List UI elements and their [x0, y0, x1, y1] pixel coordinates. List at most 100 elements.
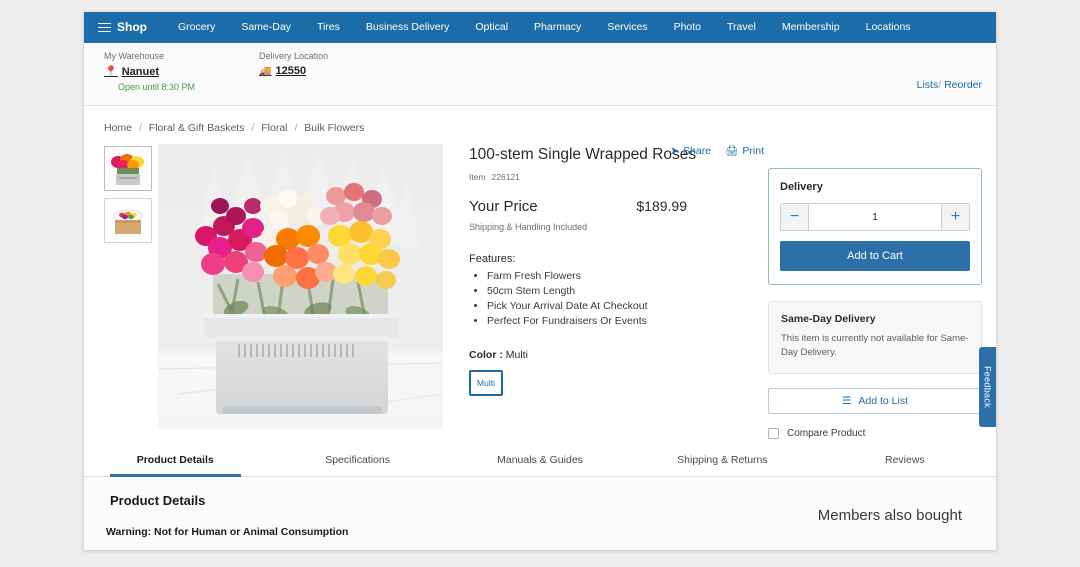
compare-product-label: Compare Product — [787, 428, 865, 439]
price-row: Your Price $189.99 — [469, 198, 687, 215]
nav-item-optical[interactable]: Optical — [462, 12, 521, 43]
location-pin-icon: 📍 — [104, 65, 118, 78]
share-button[interactable]: ➤ Share — [670, 144, 711, 157]
delivery-location-value: 12550 — [276, 65, 307, 77]
lists-reorder-links: Lists/ Reorder — [917, 79, 982, 91]
nav-item-business-delivery[interactable]: Business Delivery — [353, 12, 462, 43]
shipping-note: Shipping & Handling Included — [469, 222, 768, 232]
page-root: Shop Grocery Same-Day Tires Business Del… — [0, 0, 1080, 567]
nav-item-pharmacy[interactable]: Pharmacy — [521, 12, 594, 43]
feedback-tab[interactable]: Feedback — [979, 347, 996, 427]
list-item: Farm Fresh Flowers — [487, 269, 768, 284]
color-swatch-multi[interactable]: Multi — [469, 370, 503, 396]
item-number: 226121 — [492, 172, 520, 182]
roses-crate-thumbnail-icon — [105, 147, 151, 190]
thumbnail-list — [96, 144, 154, 439]
compare-product-checkbox[interactable] — [768, 428, 779, 439]
list-item: 50cm Stem Length — [487, 284, 768, 299]
share-print-actions: ➤ Share 🖨 Print — [670, 144, 764, 157]
nav-item-services[interactable]: Services — [594, 12, 660, 43]
nav-shop-label: Shop — [117, 12, 147, 43]
nav-item-grocery[interactable]: Grocery — [165, 12, 228, 43]
warehouse-bar: My Warehouse 📍 Nanuet Open until 8:30 PM… — [84, 43, 996, 106]
tab-reviews[interactable]: Reviews — [814, 443, 996, 476]
purchase-column: Delivery − 1 + Add to Cart Same-Day Deli… — [768, 144, 984, 439]
nav-item-locations[interactable]: Locations — [853, 12, 924, 43]
breadcrumb-separator: / — [294, 122, 297, 134]
list-item: Perfect For Fundraisers Or Events — [487, 314, 768, 329]
warehouse-hours: Open until 8:30 PM — [104, 82, 195, 92]
product-main-content: ➤ Share 🖨 Print 100-stem Single Wrapped … — [84, 134, 996, 439]
features-heading: Features: — [469, 253, 768, 265]
color-value: Multi — [506, 349, 528, 361]
quantity-input[interactable]: 1 — [809, 204, 941, 230]
feedback-label: Feedback — [983, 366, 993, 408]
nav-item-membership[interactable]: Membership — [769, 12, 853, 43]
breadcrumb-separator: / — [251, 122, 254, 134]
nav-item-photo[interactable]: Photo — [661, 12, 714, 43]
tab-specifications[interactable]: Specifications — [266, 443, 448, 476]
product-details-heading: Product Details — [110, 493, 974, 508]
color-selection-label: Color : Multi — [469, 349, 768, 361]
share-icon: ➤ — [670, 145, 679, 157]
top-navigation-bar: Shop Grocery Same-Day Tires Business Del… — [84, 12, 996, 43]
breadcrumb-item-floral-gift-baskets[interactable]: Floral & Gift Baskets — [149, 122, 245, 134]
my-warehouse-value: Nanuet — [122, 66, 159, 78]
breadcrumb-item-home[interactable]: Home — [104, 122, 132, 134]
thumbnail-image-2[interactable] — [104, 198, 152, 243]
nav-shop-menu[interactable]: Shop — [94, 12, 165, 43]
add-to-list-label: Add to List — [858, 395, 908, 407]
list-item: Pick Your Arrival Date At Checkout — [487, 299, 768, 314]
breadcrumb-separator: / — [139, 122, 142, 134]
my-warehouse-block: My Warehouse 📍 Nanuet Open until 8:30 PM — [92, 51, 195, 105]
quantity-increase-button[interactable]: + — [941, 204, 969, 230]
delivery-location-label: Delivery Location — [259, 51, 328, 61]
list-icon: ☰ — [842, 395, 851, 407]
lists-link[interactable]: Lists — [917, 79, 939, 91]
hamburger-icon — [98, 20, 111, 35]
breadcrumb-item-bulk-flowers[interactable]: Bulk Flowers — [304, 122, 364, 134]
warning-text: Warning: Not for Human or Animal Consump… — [106, 526, 974, 538]
nav-item-travel[interactable]: Travel — [714, 12, 769, 43]
share-label: Share — [683, 145, 711, 157]
delivery-panel: Delivery − 1 + Add to Cart — [768, 168, 982, 285]
color-swatch-label: Multi — [477, 378, 495, 388]
nav-item-same-day[interactable]: Same-Day — [228, 12, 304, 43]
product-hero-image[interactable] — [158, 144, 443, 429]
my-warehouse-label: My Warehouse — [104, 51, 195, 61]
add-to-cart-button[interactable]: Add to Cart — [780, 241, 970, 271]
tab-manuals-guides[interactable]: Manuals & Guides — [449, 443, 631, 476]
delivery-panel-title: Delivery — [780, 181, 970, 193]
add-to-list-button[interactable]: ☰ Add to List — [768, 388, 982, 414]
quantity-stepper[interactable]: − 1 + — [780, 203, 970, 231]
members-also-bought-heading: Members also bought — [818, 507, 962, 524]
truck-icon: 🚚 — [259, 66, 271, 77]
my-warehouse-selector[interactable]: 📍 Nanuet — [104, 65, 195, 78]
same-day-delivery-panel: Same-Day Delivery This item is currently… — [768, 301, 982, 374]
breadcrumb-item-floral[interactable]: Floral — [261, 122, 287, 134]
quantity-decrease-button[interactable]: − — [781, 204, 809, 230]
roses-in-crate-image — [158, 144, 443, 429]
product-tabs: Product Details Specifications Manuals &… — [84, 443, 996, 477]
tab-product-details[interactable]: Product Details — [84, 443, 266, 476]
breadcrumb: Home / Floral & Gift Baskets / Floral / … — [84, 106, 996, 134]
same-day-delivery-title: Same-Day Delivery — [781, 313, 969, 325]
nav-item-tires[interactable]: Tires — [304, 12, 353, 43]
printer-icon: 🖨 — [725, 144, 738, 157]
basket-thumbnail-icon — [105, 199, 151, 242]
page-card: Shop Grocery Same-Day Tires Business Del… — [84, 12, 996, 550]
thumbnail-image-1[interactable] — [104, 146, 152, 191]
reorder-link[interactable]: Reorder — [944, 79, 982, 91]
compare-product-row[interactable]: Compare Product — [768, 428, 982, 439]
delivery-location-selector[interactable]: 🚚 12550 — [259, 65, 328, 77]
item-label: Item — [469, 172, 486, 182]
print-label: Print — [742, 145, 764, 157]
same-day-delivery-text: This item is currently not available for… — [781, 332, 969, 360]
delivery-location-block: Delivery Location 🚚 12550 — [195, 51, 328, 105]
color-label: Color : — [469, 349, 503, 361]
price-value: $189.99 — [636, 198, 687, 214]
tab-shipping-returns[interactable]: Shipping & Returns — [631, 443, 813, 476]
item-number-row: Item 226121 — [469, 172, 768, 182]
price-label: Your Price — [469, 198, 538, 215]
print-button[interactable]: 🖨 Print — [725, 144, 764, 157]
